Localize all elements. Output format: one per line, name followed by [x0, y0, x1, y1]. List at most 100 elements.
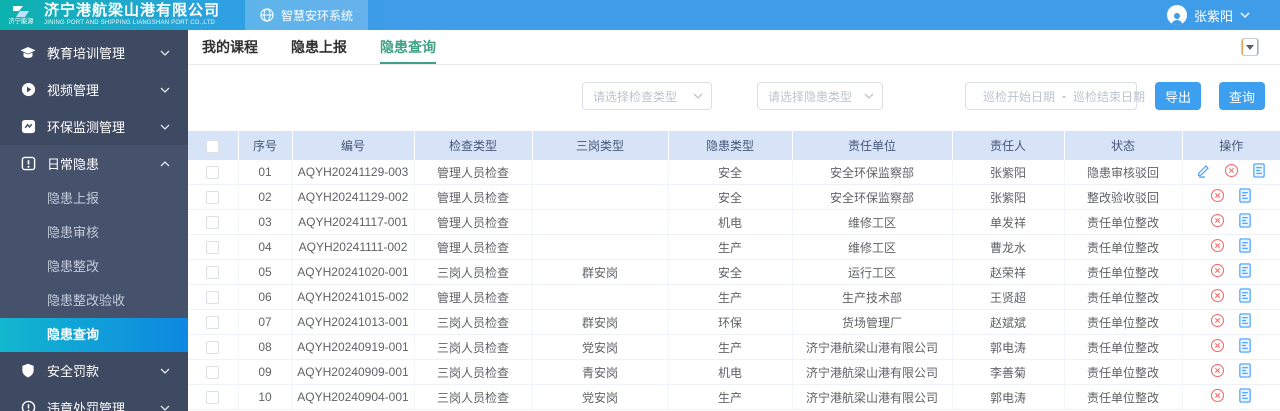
seq-cell: 01 [238, 160, 293, 185]
sidebar-expanded-group: 日常隐患 隐患上报 隐患审核 隐患整改 隐患整改验收 隐患查询 [0, 145, 188, 352]
post-type-cell [532, 160, 669, 185]
person-cell: 赵荣祥 [952, 259, 1065, 285]
detail-button[interactable] [1238, 363, 1252, 381]
delete-button[interactable] [1210, 313, 1225, 331]
detail-button[interactable] [1238, 338, 1252, 356]
tab-1[interactable]: 我的课程 [202, 30, 258, 64]
column-header: 三岗类型 [532, 131, 669, 160]
unit-cell: 生产技术部 [792, 284, 953, 310]
date-start-placeholder: 巡检开始日期 [982, 89, 1055, 104]
sidebar-subitem[interactable]: 隐患查询 [0, 318, 188, 352]
detail-button[interactable] [1238, 388, 1252, 406]
circle-x-icon [1210, 263, 1225, 281]
check-type-cell: 三岗人员检查 [414, 309, 533, 335]
detail-button[interactable] [1252, 163, 1266, 181]
row-checkbox[interactable] [206, 316, 220, 330]
query-button[interactable]: 查询 [1218, 82, 1265, 110]
operations-cell [1182, 309, 1280, 335]
triangle-down-icon [1246, 44, 1254, 50]
sidebar-item[interactable]: 视频管理 [0, 71, 188, 108]
operations-cell [1182, 384, 1280, 410]
row-checkbox-cell [188, 234, 239, 260]
row-checkbox[interactable] [206, 216, 220, 230]
sidebar-subitem[interactable]: 隐患审核 [0, 216, 188, 250]
row-checkbox-cell [188, 209, 239, 235]
column-header: 序号 [238, 131, 293, 160]
row-checkbox[interactable] [206, 266, 220, 280]
detail-button[interactable] [1238, 288, 1252, 306]
system-tab-smart-safety[interactable]: 智慧安环系统 [245, 0, 369, 30]
delete-button[interactable] [1210, 238, 1225, 256]
tab-3[interactable]: 隐患查询 [380, 30, 436, 64]
operations [1185, 160, 1279, 184]
export-button[interactable]: 导出 [1154, 82, 1201, 110]
collapse-tabs-button[interactable] [1241, 38, 1259, 56]
post-type-cell [532, 284, 669, 310]
delete-button[interactable] [1210, 388, 1225, 406]
sidebar-item-label: 教育培训管理 [47, 46, 126, 61]
delete-button[interactable] [1210, 288, 1225, 306]
sidebar-item[interactable]: 违章处罚管理 [0, 389, 188, 411]
brand-area: 济宁能源 济宁港航梁山港有限公司 JINING PORT AND SHIPPIN… [0, 3, 235, 27]
delete-button[interactable] [1224, 163, 1239, 181]
row-checkbox[interactable] [206, 166, 220, 180]
detail-button[interactable] [1238, 238, 1252, 256]
sidebar-subitem[interactable]: 隐患上报 [0, 182, 188, 216]
status-cell: 责任单位整改 [1064, 234, 1183, 260]
sidebar-subitem[interactable]: 隐患整改验收 [0, 284, 188, 318]
sidebar-item[interactable]: 环保监测管理 [0, 108, 188, 145]
row-checkbox[interactable] [206, 241, 220, 255]
operations [1185, 235, 1279, 259]
user-menu[interactable]: 张紫阳 [1166, 5, 1280, 25]
detail-button[interactable] [1238, 313, 1252, 331]
detail-button[interactable] [1238, 213, 1252, 231]
document-icon [1238, 213, 1252, 231]
sidebar-item[interactable]: 安全罚款 [0, 352, 188, 389]
code-cell: AQYH20240919-001 [292, 334, 415, 360]
check-type-select[interactable]: 请选择检查类型 [581, 82, 712, 110]
tab-2[interactable]: 隐患上报 [291, 30, 347, 64]
code-cell: AQYH20240909-001 [292, 359, 415, 385]
select-all-checkbox[interactable] [206, 139, 220, 153]
document-icon [1238, 338, 1252, 356]
detail-button[interactable] [1238, 188, 1252, 206]
user-name: 张紫阳 [1193, 8, 1233, 24]
status-cell: 整改验收驳回 [1064, 184, 1183, 210]
operations [1185, 285, 1279, 309]
delete-button[interactable] [1210, 363, 1225, 381]
logo-icon [13, 5, 29, 17]
shield-icon [20, 363, 36, 379]
check-type-cell: 管理人员检查 [414, 234, 533, 260]
patrol-date-range-picker[interactable]: 巡检开始日期 - 巡检结束日期 [964, 82, 1145, 110]
row-checkbox[interactable] [206, 191, 220, 205]
operations [1185, 260, 1279, 284]
sidebar-subitem[interactable]: 隐患整改 [0, 250, 188, 284]
table-row: 03 AQYH20241117-001 管理人员检查 机电 维修工区 单发祥 责任单位整改 [188, 209, 1280, 235]
delete-button[interactable] [1210, 188, 1225, 206]
delete-button[interactable] [1210, 263, 1225, 281]
operations-cell [1182, 209, 1280, 235]
delete-button[interactable] [1210, 338, 1225, 356]
person-cell: 郭电涛 [952, 334, 1065, 360]
sidebar-item[interactable]: 日常隐患 [0, 145, 188, 182]
chevron-down-icon [864, 93, 874, 99]
pencil-icon [1196, 163, 1211, 181]
row-checkbox[interactable] [206, 291, 220, 305]
circle-x-icon [1210, 388, 1225, 406]
row-checkbox[interactable] [206, 366, 220, 380]
delete-button[interactable] [1210, 213, 1225, 231]
code-cell: AQYH20240904-001 [292, 384, 415, 410]
hazard-type-select[interactable]: 请选择隐患类型 [756, 82, 883, 110]
circle-x-icon [1210, 213, 1225, 231]
row-checkbox[interactable] [206, 341, 220, 355]
circle-x-icon [1210, 188, 1225, 206]
sidebar-item[interactable]: 教育培训管理 [0, 34, 188, 71]
seq-cell: 08 [238, 334, 293, 360]
seq-cell: 09 [238, 359, 293, 385]
row-checkbox-cell [188, 359, 239, 385]
detail-button[interactable] [1238, 263, 1252, 281]
row-checkbox[interactable] [206, 391, 220, 405]
edit-button[interactable] [1196, 163, 1211, 181]
person-cell: 郭电涛 [952, 384, 1065, 410]
unit-cell: 货场管理厂 [792, 309, 953, 335]
